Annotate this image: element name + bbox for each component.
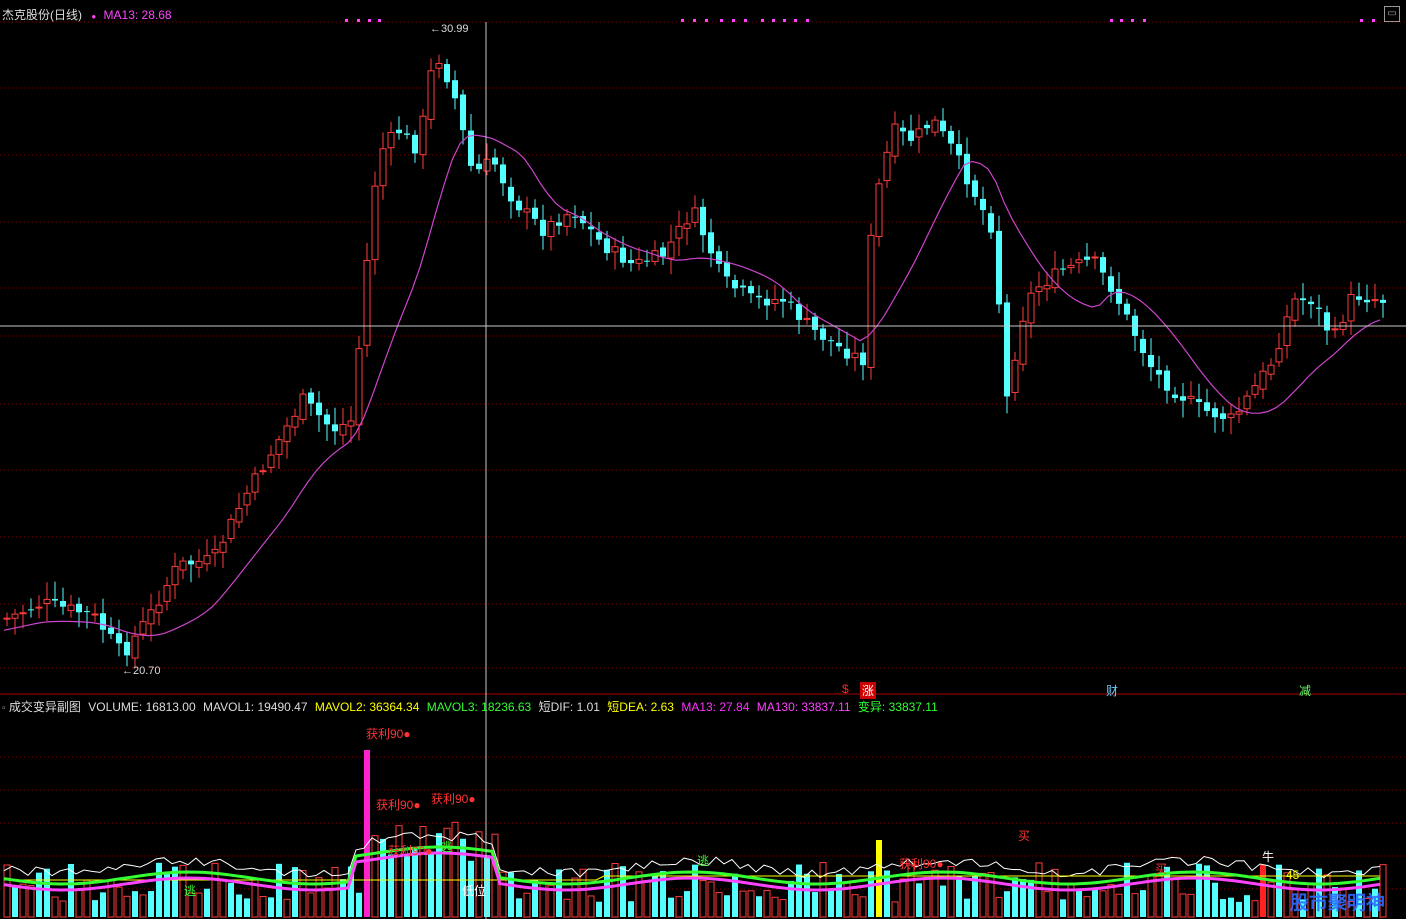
badge-dollar[interactable]: $ — [842, 682, 849, 696]
sub-panel-header: ▫ 成交变异副图 VOLUME: 16813.00 MAVOL1: 19490.… — [2, 698, 938, 715]
candlestick-series — [3, 54, 1386, 669]
price-low-label: ←20.70 — [122, 665, 161, 677]
chart-canvas[interactable] — [0, 0, 1406, 919]
price-high-label: ←30.99 — [430, 23, 469, 35]
signal-label: 获利90● — [388, 844, 433, 858]
ma-indicator-marker: ● — [91, 12, 97, 21]
sub-toggle-icon[interactable]: ▫ — [2, 703, 6, 714]
signal-label: 获利90● — [899, 857, 944, 871]
variation-value: 变异: 33837.11 — [857, 700, 938, 714]
price-high-value: 30.99 — [441, 23, 469, 35]
badge-cai[interactable]: 财 — [1106, 682, 1118, 699]
watermark: 股市聚明神 — [1290, 893, 1386, 914]
volume-bars — [3, 750, 1387, 918]
mavol2-value: MAVOL2: 36364.34 — [314, 700, 420, 714]
mavol3-value: MAVOL3: 18236.63 — [426, 700, 532, 714]
signal-label: 低位 — [462, 884, 487, 898]
price-grid — [0, 21, 1406, 890]
crosshair[interactable] — [0, 22, 1406, 919]
dif-value: 短DIF: 1.01 — [538, 700, 600, 714]
sub-panel-title[interactable]: 成交变异副图 — [9, 700, 81, 714]
mavol1-value: MAVOL1: 19490.47 — [203, 700, 308, 714]
badge-zhang[interactable]: 涨 — [860, 682, 877, 699]
price-low-value: 20.70 — [133, 665, 161, 677]
signal-label: 逃 — [184, 884, 197, 898]
signal-label: 逃 — [440, 840, 453, 854]
ma13-value: MA13: 28.68 — [103, 8, 172, 22]
sub-ma13-value: MA13: 27.84 — [681, 700, 750, 714]
ma130-value: MA130: 33837.11 — [756, 700, 851, 714]
volume-value: VOLUME: 16813.00 — [88, 700, 196, 714]
signal-label: 获利90● — [431, 792, 476, 806]
signal-label: 买 — [1018, 829, 1031, 843]
signal-label: 买 — [1155, 862, 1168, 876]
stock-title[interactable]: 杰克股份(日线) — [2, 8, 82, 22]
signal-label: 逃 — [697, 854, 710, 868]
dea-value: 短DEA: 2.63 — [607, 700, 674, 714]
signal-label: 45 — [1286, 868, 1300, 882]
signal-label: 牛 — [1262, 850, 1275, 864]
badge-jian[interactable]: 减 — [1299, 682, 1311, 699]
window-toggle-button[interactable]: ▭ — [1384, 6, 1400, 22]
signal-label: 获利90● — [376, 798, 421, 812]
signal-label: 获利90● — [366, 727, 411, 741]
